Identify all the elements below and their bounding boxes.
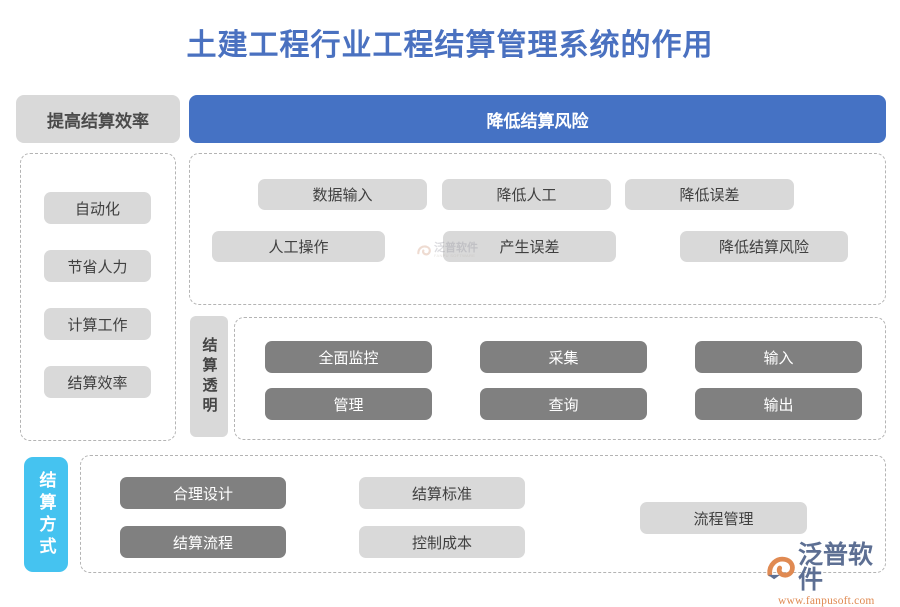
header-right-risk[interactable]: 降低结算风险	[189, 95, 886, 143]
middle-item-output[interactable]: 输出	[695, 388, 862, 420]
upper-item-label: 降低人工	[496, 187, 557, 204]
left-item-automation[interactable]: 自动化	[44, 192, 151, 224]
bottom-item-settlement-standard[interactable]: 结算标准	[359, 477, 525, 509]
page-title: 土建工程行业工程结算管理系统的作用	[186, 29, 714, 62]
middle-item-label: 输出	[763, 396, 794, 414]
left-item-label: 节省人力	[67, 258, 128, 276]
upper-item-reduce-error[interactable]: 降低误差	[625, 179, 794, 210]
middle-vertical-label: 结算透明	[190, 316, 228, 437]
bottom-item-label: 合理设计	[172, 485, 233, 503]
bottom-vertical-label-text: 结算方式	[36, 470, 56, 559]
middle-item-label: 输入	[763, 349, 794, 367]
logo-brand: 泛普软件	[798, 541, 874, 594]
upper-item-label: 人工操作	[268, 239, 329, 256]
header-right-label: 降低结算风险	[486, 111, 589, 131]
logo-row: 泛普软件	[766, 543, 892, 593]
middle-item-collect[interactable]: 采集	[480, 341, 647, 373]
bottom-item-label: 结算标准	[411, 485, 472, 503]
logo-url: www.fanpusoft.com	[778, 595, 875, 607]
upper-item-reduce-manual[interactable]: 降低人工	[442, 179, 611, 210]
upper-item-label: 降低误差	[679, 187, 740, 204]
left-item-label: 计算工作	[67, 316, 128, 334]
bottom-item-cost-control[interactable]: 控制成本	[359, 526, 525, 558]
fanpu-logo: 泛普软件 www.fanpusoft.com	[766, 543, 892, 607]
upper-item-label: 产生误差	[499, 239, 560, 256]
header-left-efficiency[interactable]: 提高结算效率	[16, 95, 180, 143]
middle-item-label: 管理	[333, 396, 364, 414]
middle-panel	[234, 317, 886, 440]
middle-item-label: 查询	[548, 396, 579, 414]
left-item-label: 结算效率	[67, 374, 128, 392]
left-item-settlement-efficiency[interactable]: 结算效率	[44, 366, 151, 398]
bottom-vertical-label: 结算方式	[24, 457, 68, 572]
middle-vertical-label-text: 结算透明	[200, 336, 218, 417]
bottom-item-process-management[interactable]: 流程管理	[640, 502, 807, 534]
left-item-calculation-work[interactable]: 计算工作	[44, 308, 151, 340]
upper-item-data-input[interactable]: 数据输入	[258, 179, 427, 210]
fanpu-swoosh-icon	[766, 555, 796, 581]
left-item-label: 自动化	[74, 200, 120, 218]
upper-item-reduce-settlement-risk[interactable]: 降低结算风险	[680, 231, 848, 262]
middle-item-full-monitoring[interactable]: 全面监控	[265, 341, 432, 373]
upper-item-manual-operation[interactable]: 人工操作	[212, 231, 385, 262]
bottom-item-reasonable-design[interactable]: 合理设计	[120, 477, 286, 509]
bottom-item-label: 流程管理	[693, 510, 754, 528]
middle-item-query[interactable]: 查询	[480, 388, 647, 420]
bottom-item-label: 结算流程	[172, 534, 233, 552]
bottom-item-settlement-process[interactable]: 结算流程	[120, 526, 286, 558]
infographic-page: 土建工程行业工程结算管理系统的作用 提高结算效率 降低结算风险 自动化 节省人力…	[0, 0, 900, 607]
upper-panel	[189, 153, 886, 305]
middle-item-label: 全面监控	[318, 349, 379, 367]
middle-item-input[interactable]: 输入	[695, 341, 862, 373]
upper-item-label: 降低结算风险	[718, 239, 809, 256]
middle-item-manage[interactable]: 管理	[265, 388, 432, 420]
middle-item-label: 采集	[548, 349, 579, 367]
upper-item-produce-error[interactable]: 产生误差	[443, 231, 616, 262]
left-item-save-labor[interactable]: 节省人力	[44, 250, 151, 282]
header-left-label: 提高结算效率	[47, 111, 149, 131]
bottom-item-label: 控制成本	[411, 534, 472, 552]
upper-item-label: 数据输入	[312, 187, 373, 204]
